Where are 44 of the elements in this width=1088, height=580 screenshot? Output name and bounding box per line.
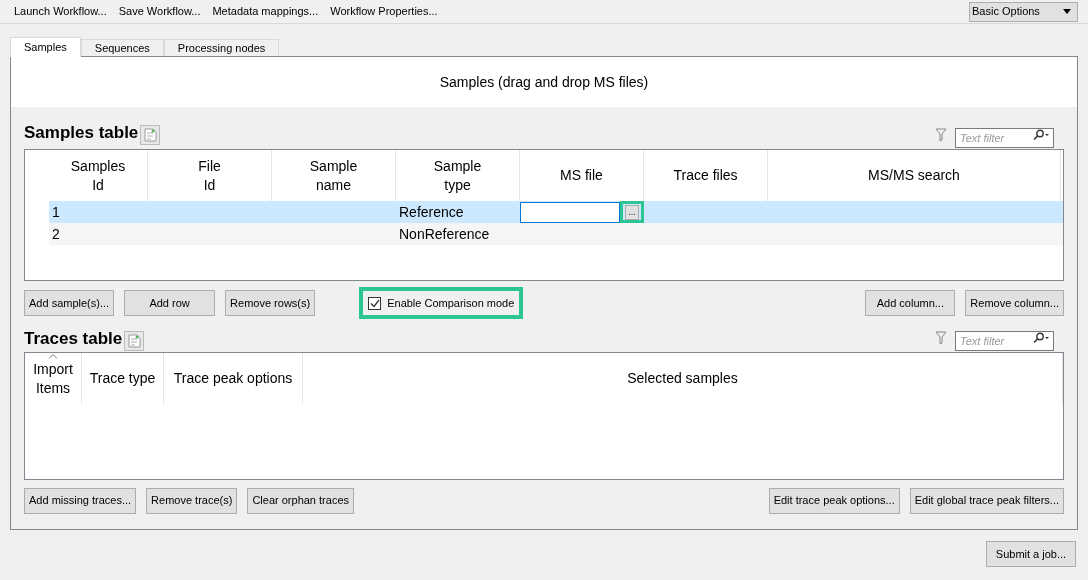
table-cell-text: 2	[52, 224, 60, 244]
toolbar-button[interactable]: Workflow Properties...	[324, 3, 444, 20]
table-row[interactable]: 2 NonReference	[49, 223, 1063, 245]
action-button[interactable]: Add row	[124, 290, 216, 316]
table-row[interactable]: 1 Reference ...	[49, 201, 1063, 223]
toolbar-button[interactable]: Save Workflow...	[112, 3, 207, 20]
action-button[interactable]: Remove column...	[965, 290, 1064, 316]
action-button[interactable]: Submit a job...	[986, 541, 1076, 567]
action-button[interactable]: Add column...	[865, 290, 956, 316]
action-button[interactable]: Remove rows(s)	[225, 290, 316, 316]
section-title: Samples table	[24, 121, 139, 144]
column-header[interactable]: Trace type	[82, 353, 164, 404]
search-icon	[1032, 129, 1050, 141]
document-icon[interactable]	[124, 331, 145, 351]
action-button[interactable]: Clear orphan traces	[247, 487, 354, 514]
action-button[interactable]: Add sample(s)...	[24, 290, 115, 316]
toolbar-button[interactable]: Metadata mappings...	[206, 3, 325, 20]
section-title: Traces table	[24, 327, 123, 350]
toolbar-button[interactable]: Launch Workflow...	[8, 3, 113, 20]
table-cell-text: Reference	[399, 202, 464, 222]
column-header[interactable]: Selected samples	[303, 353, 1063, 404]
browse-button[interactable]: ...	[625, 204, 639, 220]
tab[interactable]: Processing nodes	[163, 39, 280, 57]
table-cell-text: NonReference	[399, 224, 490, 244]
table-cell-text: 1	[52, 202, 60, 222]
tab[interactable]: Samples	[10, 37, 81, 57]
filter-icon[interactable]	[935, 128, 947, 142]
search-icon	[1032, 332, 1050, 344]
action-button[interactable]: Edit global trace peak filters...	[909, 487, 1064, 514]
text-filter-field[interactable]: Text filter	[955, 331, 1054, 351]
action-button[interactable]: Remove trace(s)	[146, 487, 238, 514]
ms-file-field[interactable]	[520, 201, 620, 223]
check-icon	[369, 298, 380, 308]
text-filter-field[interactable]: Text filter	[955, 128, 1054, 148]
caret-icon	[1063, 9, 1071, 14]
options-dropdown[interactable]: Basic Options	[969, 1, 1078, 22]
tab[interactable]: Sequences	[80, 39, 164, 57]
action-button[interactable]: Edit trace peak options...	[768, 487, 900, 514]
filter-icon[interactable]	[935, 331, 947, 345]
action-button[interactable]: Add missing traces...	[24, 487, 137, 514]
column-header[interactable]: Trace peak options	[164, 353, 303, 404]
column-header[interactable]: Import Items	[25, 353, 82, 404]
drop-hint-text: Samples (drag and drop MS files)	[439, 72, 649, 92]
document-icon[interactable]	[140, 125, 161, 145]
